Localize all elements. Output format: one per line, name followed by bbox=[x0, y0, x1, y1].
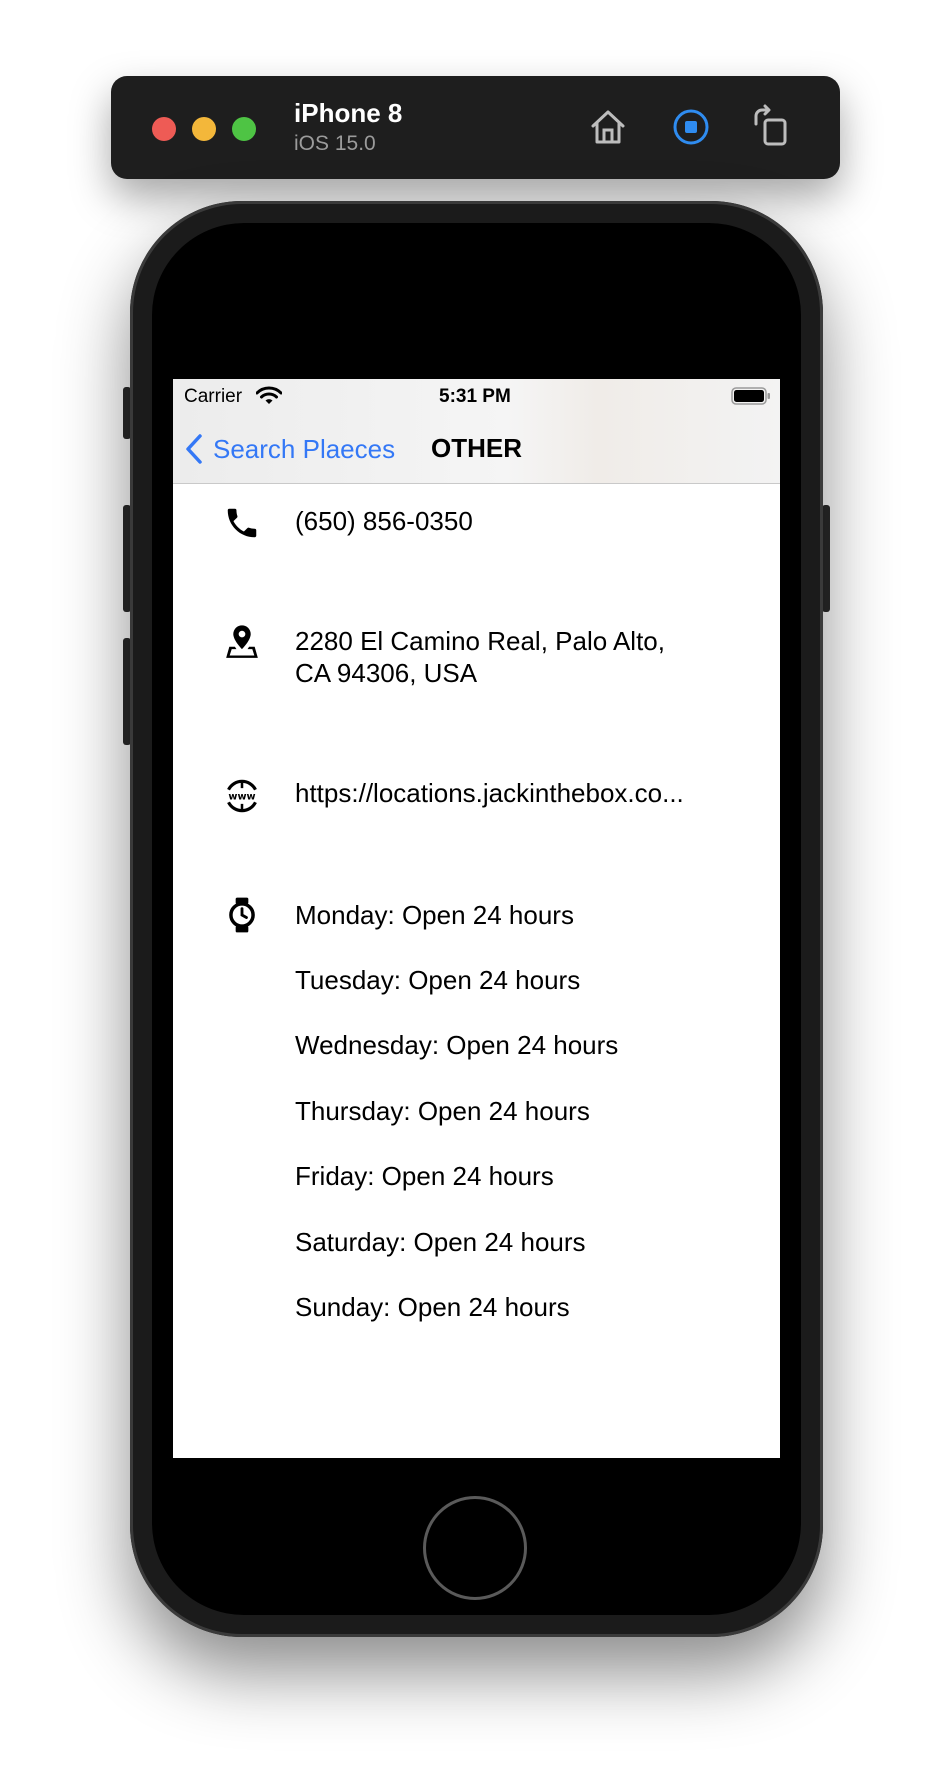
home-button-toolbar[interactable] bbox=[585, 104, 631, 150]
address-line-1: 2280 El Camino Real, Palo Alto, bbox=[295, 626, 665, 656]
device-home-button[interactable] bbox=[423, 1496, 527, 1600]
close-window-button[interactable] bbox=[152, 117, 176, 141]
website-link[interactable]: https://locations.jackinthebox.co... bbox=[295, 777, 684, 809]
phone-number[interactable]: (650) 856-0350 bbox=[295, 505, 473, 537]
phone-icon bbox=[227, 508, 257, 538]
hours-sunday: Sunday: Open 24 hours bbox=[295, 1292, 570, 1322]
www-globe-icon: www bbox=[227, 779, 257, 813]
device-name: iPhone 8 bbox=[294, 98, 403, 128]
back-button-label: Search Plaeces bbox=[213, 433, 396, 464]
wifi-icon bbox=[256, 386, 282, 404]
svg-text:www: www bbox=[228, 792, 255, 803]
zoom-window-button[interactable] bbox=[232, 117, 256, 141]
screenshot-button[interactable] bbox=[668, 104, 714, 150]
battery-icon bbox=[731, 387, 770, 405]
hours-saturday: Saturday: Open 24 hours bbox=[295, 1227, 586, 1257]
navigation-bar: Carrier 5:31 PM Search Plaeces OTHER bbox=[173, 379, 780, 484]
power-button bbox=[822, 505, 830, 612]
rotate-button[interactable] bbox=[748, 104, 794, 150]
status-carrier: Carrier bbox=[184, 386, 243, 407]
map-pin-icon bbox=[226, 625, 258, 658]
simulator-toolbar: iPhone 8 iOS 15.0 bbox=[111, 76, 840, 179]
watch-icon bbox=[229, 897, 255, 933]
screenshot-icon bbox=[673, 109, 709, 145]
address-line-2: CA 94306, USA bbox=[295, 658, 478, 688]
home-icon bbox=[591, 110, 625, 144]
minimize-window-button[interactable] bbox=[192, 117, 216, 141]
rotate-icon bbox=[754, 104, 787, 146]
page-title: OTHER bbox=[431, 433, 522, 463]
hours-monday: Monday: Open 24 hours bbox=[295, 900, 574, 930]
status-time: 5:31 PM bbox=[439, 386, 511, 407]
hours-tuesday: Tuesday: Open 24 hours bbox=[295, 965, 581, 995]
device-os-version: iOS 15.0 bbox=[294, 132, 376, 155]
hours-wednesday: Wednesday: Open 24 hours bbox=[295, 1030, 619, 1060]
back-button[interactable]: Search Plaeces bbox=[185, 429, 395, 469]
hours-friday: Friday: Open 24 hours bbox=[295, 1161, 554, 1191]
hours-thursday: Thursday: Open 24 hours bbox=[295, 1096, 590, 1126]
phone-screen: Carrier 5:31 PM Search Plaeces OTHER (65… bbox=[173, 379, 780, 1458]
address[interactable]: 2280 El Camino Real, Palo Alto, CA 94306… bbox=[295, 625, 665, 689]
chevron-left-icon bbox=[186, 434, 202, 464]
